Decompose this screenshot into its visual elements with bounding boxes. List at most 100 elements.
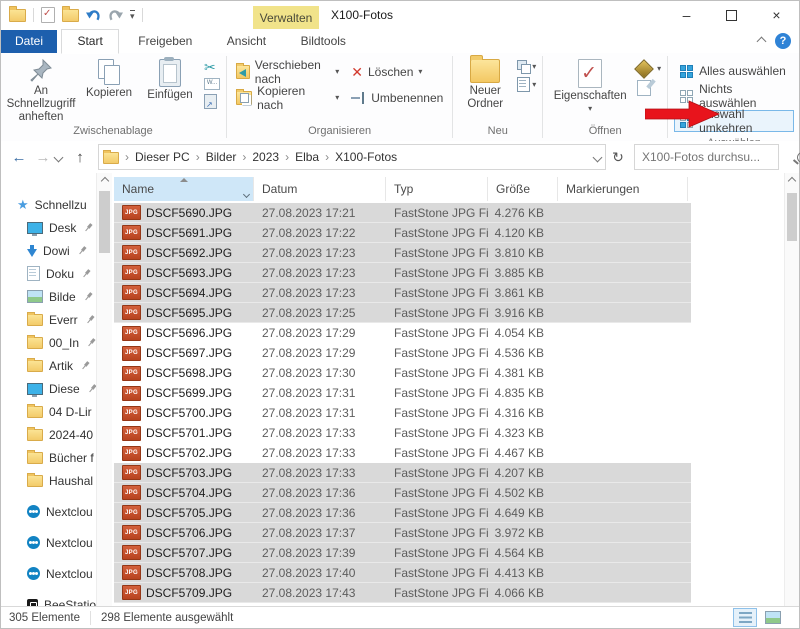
file-row[interactable]: JPGDSCF5695.JPG27.08.2023 17:25FastStone… xyxy=(114,303,691,323)
file-row[interactable]: JPGDSCF5707.JPG27.08.2023 17:39FastStone… xyxy=(114,543,691,563)
breadcrumb-item[interactable]: Elba xyxy=(295,150,319,164)
sidebar-item-doku[interactable]: Doku xyxy=(1,262,96,285)
sidebar-item-desk[interactable]: Desk xyxy=(1,216,96,239)
breadcrumb-separator-icon[interactable]: › xyxy=(285,150,289,164)
sidebar-item-haushal[interactable]: Haushal xyxy=(1,469,96,492)
column-header-type[interactable]: Typ xyxy=(386,177,488,201)
column-header-name[interactable]: Name xyxy=(114,177,254,201)
file-row[interactable]: JPGDSCF5697.JPG27.08.2023 17:29FastStone… xyxy=(114,343,691,363)
delete-button[interactable]: ✕ Löschen▾ xyxy=(348,63,446,81)
new-folder-icon[interactable] xyxy=(62,9,79,22)
file-row[interactable]: JPGDSCF5699.JPG27.08.2023 17:31FastStone… xyxy=(114,383,691,403)
column-header-date[interactable]: Datum xyxy=(254,177,386,201)
file-row[interactable]: JPGDSCF5701.JPG27.08.2023 17:33FastStone… xyxy=(114,423,691,443)
redo-icon[interactable] xyxy=(108,9,123,22)
copy-path-button[interactable]: W... xyxy=(204,78,220,90)
pin-to-quick-access-button[interactable]: An Schnellzugriff anheften xyxy=(4,55,78,124)
sidebar-item-artik[interactable]: Artik xyxy=(1,354,96,377)
breadcrumb-item[interactable]: Dieser PC xyxy=(135,150,190,164)
file-row[interactable]: JPGDSCF5702.JPG27.08.2023 17:33FastStone… xyxy=(114,443,691,463)
sidebar-item-diese[interactable]: Diese xyxy=(1,377,96,400)
edit-button[interactable] xyxy=(637,80,661,96)
customize-toolbar-chevron-icon[interactable]: ▾ xyxy=(130,10,135,20)
sidebar-item-schnellzu[interactable]: ★Schnellzu xyxy=(1,193,96,216)
tab-start[interactable]: Start xyxy=(61,29,118,54)
breadcrumb-item[interactable]: X100-Fotos xyxy=(335,150,397,164)
sidebar-item-bilde[interactable]: Bilde xyxy=(1,285,96,308)
breadcrumb-item[interactable]: Bilder xyxy=(206,150,237,164)
search-box[interactable] xyxy=(634,144,779,170)
search-input[interactable] xyxy=(635,150,797,164)
paste-shortcut-button[interactable] xyxy=(204,94,220,109)
thumbnails-view-button[interactable] xyxy=(761,608,785,627)
tab-share[interactable]: Freigeben xyxy=(123,30,207,53)
breadcrumb-separator-icon[interactable]: › xyxy=(325,150,329,164)
undo-icon[interactable] xyxy=(86,9,101,22)
sidebar-item-b-cher-f[interactable]: Bücher f xyxy=(1,446,96,469)
filter-chevron-icon[interactable] xyxy=(243,191,250,198)
forward-button[interactable]: → xyxy=(31,149,55,166)
new-item-button[interactable]: ▾ xyxy=(517,77,536,92)
minimize-button[interactable]: – xyxy=(664,1,709,29)
file-row[interactable]: JPGDSCF5705.JPG27.08.2023 17:36FastStone… xyxy=(114,503,691,523)
copy-to-button[interactable]: Kopieren nach▾ xyxy=(233,89,342,107)
open-button[interactable]: ▾ xyxy=(637,62,661,76)
file-row[interactable]: JPGDSCF5700.JPG27.08.2023 17:31FastStone… xyxy=(114,403,691,423)
collapse-ribbon-icon[interactable] xyxy=(757,36,767,46)
sidebar-item-00-in[interactable]: 00_In xyxy=(1,331,96,354)
file-row[interactable]: JPGDSCF5709.JPG27.08.2023 17:43FastStone… xyxy=(114,583,691,603)
file-row[interactable]: JPGDSCF5690.JPG27.08.2023 17:21FastStone… xyxy=(114,203,691,223)
refresh-icon[interactable]: ↻ xyxy=(606,149,630,166)
address-field[interactable]: › Dieser PC › Bilder › 2023 › Elba › X100-Fotos xyxy=(98,144,606,170)
file-row[interactable]: JPGDSCF5696.JPG27.08.2023 17:29FastStone… xyxy=(114,323,691,343)
sidebar-item-nextclou[interactable]: Nextclou xyxy=(1,531,96,554)
tab-picture-tools[interactable]: Bildtools xyxy=(286,30,361,53)
file-row[interactable]: JPGDSCF5708.JPG27.08.2023 17:40FastStone… xyxy=(114,563,691,583)
easy-access-button[interactable]: ▾ xyxy=(517,60,536,73)
details-view-button[interactable] xyxy=(733,608,757,627)
sidebar-item-dowi[interactable]: Dowi xyxy=(1,239,96,262)
column-header-tags[interactable]: Markierungen xyxy=(558,177,688,201)
file-row[interactable]: JPGDSCF5692.JPG27.08.2023 17:23FastStone… xyxy=(114,243,691,263)
file-row[interactable]: JPGDSCF5698.JPG27.08.2023 17:30FastStone… xyxy=(114,363,691,383)
vertical-scrollbar[interactable] xyxy=(784,173,799,609)
copy-button[interactable]: Kopieren xyxy=(80,55,138,100)
close-button[interactable]: × xyxy=(754,1,799,29)
recent-locations-chevron-icon[interactable] xyxy=(54,152,64,162)
sidebar-item-everr[interactable]: Everr xyxy=(1,308,96,331)
properties-icon[interactable] xyxy=(41,7,55,23)
column-header-size[interactable]: Größe xyxy=(488,177,558,201)
file-row[interactable]: JPGDSCF5694.JPG27.08.2023 17:23FastStone… xyxy=(114,283,691,303)
breadcrumb-item[interactable]: 2023 xyxy=(252,150,279,164)
breadcrumb-separator-icon[interactable]: › xyxy=(125,150,129,164)
up-button[interactable]: ↑ xyxy=(68,149,92,166)
file-row[interactable]: JPGDSCF5704.JPG27.08.2023 17:36FastStone… xyxy=(114,483,691,503)
properties-button[interactable]: Eigenschaften ▾ xyxy=(547,55,633,113)
breadcrumb-separator-icon[interactable]: › xyxy=(196,150,200,164)
cut-button[interactable]: ✂ xyxy=(204,60,220,74)
file-row[interactable]: JPGDSCF5706.JPG27.08.2023 17:37FastStone… xyxy=(114,523,691,543)
paste-button[interactable]: Einfügen xyxy=(140,55,200,102)
file-row[interactable]: JPGDSCF5693.JPG27.08.2023 17:23FastStone… xyxy=(114,263,691,283)
sidebar-item-nextclou[interactable]: Nextclou xyxy=(1,562,96,585)
navigation-scrollbar[interactable] xyxy=(96,173,112,609)
tab-view[interactable]: Ansicht xyxy=(212,30,281,53)
breadcrumb-separator-icon[interactable]: › xyxy=(242,150,246,164)
rename-button[interactable]: Umbenennen xyxy=(348,89,446,107)
move-to-button[interactable]: Verschieben nach▾ xyxy=(233,63,342,81)
folder-icon[interactable] xyxy=(9,9,26,22)
sidebar-item-nextclou[interactable]: Nextclou xyxy=(1,500,96,523)
sidebar-item-2024-40[interactable]: 2024-40 xyxy=(1,423,96,446)
scrollbar-thumb[interactable] xyxy=(787,193,797,241)
new-folder-button[interactable]: Neuer Ordner xyxy=(457,55,513,111)
file-row[interactable]: JPGDSCF5703.JPG27.08.2023 17:33FastStone… xyxy=(114,463,691,483)
scroll-up-icon[interactable] xyxy=(788,176,796,184)
address-dropdown-icon[interactable] xyxy=(593,152,603,162)
tab-file[interactable]: Datei xyxy=(1,30,57,53)
back-button[interactable]: ← xyxy=(7,149,31,166)
scrollbar-thumb[interactable] xyxy=(99,191,110,253)
help-icon[interactable]: ? xyxy=(775,33,791,49)
sidebar-item-04-d-lir[interactable]: 04 D-Lir xyxy=(1,400,96,423)
select-all-button[interactable]: Alles auswählen xyxy=(674,60,794,82)
maximize-button[interactable] xyxy=(709,1,754,29)
